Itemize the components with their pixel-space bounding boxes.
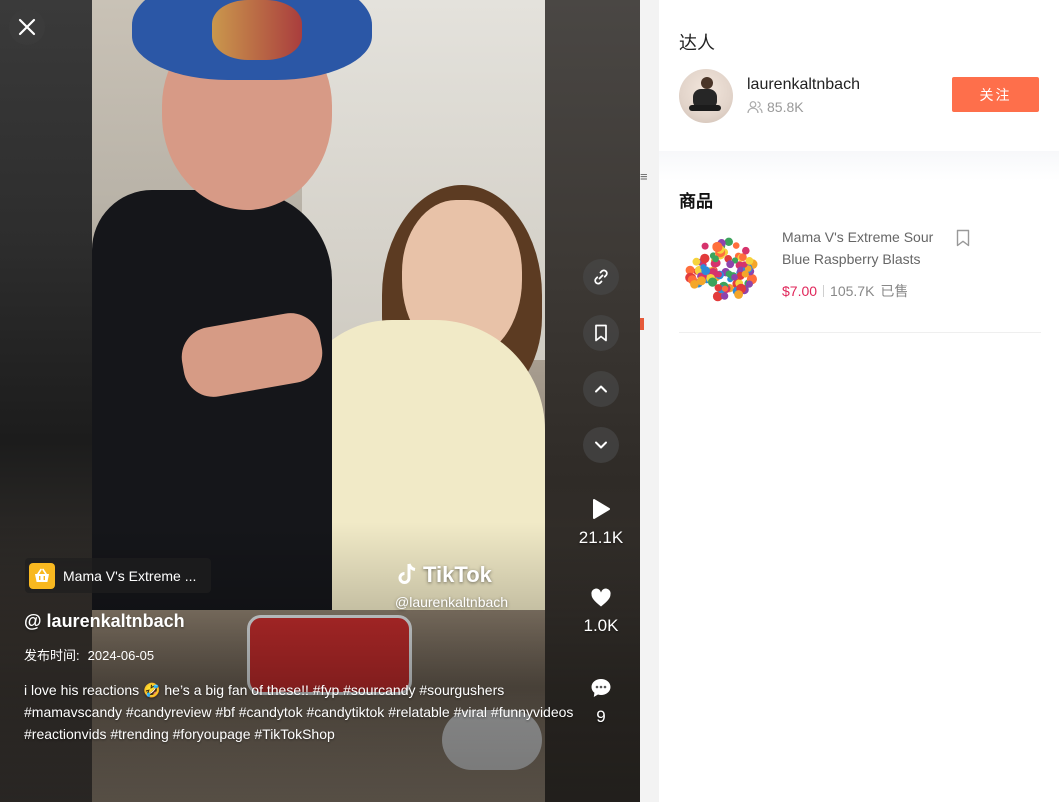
video-player[interactable]: TikTok @laurenkaltnbach 21.1K 1.0K 9 Mam… (0, 0, 640, 802)
play-count: 21.1K (570, 498, 632, 548)
product-meta: $7.00 105.7K 已售 (782, 281, 908, 301)
tiktok-watermark: TikTok @laurenkaltnbach (395, 562, 508, 610)
product-card[interactable]: Mama V's Extreme Sour Blue Raspberry Bla… (679, 223, 1041, 333)
product-bookmark-icon[interactable] (955, 229, 971, 247)
video-caption: i love his reactions 🤣 he’s a big fan of… (24, 682, 574, 742)
creator-followers: 85.8K (747, 99, 804, 115)
background-menu-glyph: ≡ (640, 169, 648, 184)
candy-piece (745, 257, 754, 265)
scene-sunglasses (212, 0, 302, 60)
next-video-button[interactable] (583, 427, 619, 463)
product-chip-label: Mama V's Extreme ... (63, 567, 197, 584)
close-icon (18, 18, 36, 36)
bookmark-icon (595, 324, 607, 342)
link-icon (594, 269, 608, 285)
products-section-title: 商品 (679, 192, 713, 211)
candy-piece (715, 271, 722, 278)
candy-piece (734, 290, 743, 299)
chevron-down-icon (595, 441, 607, 449)
shopping-basket-icon (29, 562, 55, 589)
candy-piece (700, 253, 710, 264)
previous-video-button[interactable] (583, 371, 619, 407)
candy-piece (724, 237, 733, 246)
heart-icon (591, 588, 611, 607)
candy-piece (742, 246, 750, 255)
candy-piece (721, 285, 729, 292)
candy-piece (720, 292, 729, 300)
comment-icon (591, 679, 611, 697)
product-chip[interactable]: Mama V's Extreme ... (25, 558, 211, 593)
candy-piece (690, 280, 699, 289)
product-image[interactable] (679, 227, 764, 312)
tiktok-logo-icon (398, 563, 416, 584)
like-count-value: 1.0K (583, 616, 619, 635)
product-name[interactable]: Mama V's Extreme Sour Blue Raspberry Bla… (782, 226, 952, 270)
watermark-brand: TikTok (423, 562, 492, 587)
candy-piece (712, 255, 719, 263)
background-page: ≡ (640, 0, 659, 802)
candy-piece (701, 266, 711, 276)
close-button[interactable] (9, 9, 45, 45)
candy-piece (741, 270, 749, 278)
candy-piece (701, 242, 709, 250)
candy-piece (692, 257, 701, 266)
creator-name[interactable]: laurenkaltnbach (747, 76, 860, 94)
product-price: $7.00 (782, 283, 818, 299)
copy-link-button[interactable] (583, 259, 619, 295)
panel-divider (659, 151, 1059, 181)
detail-panel: 达人 laurenkaltnbach 85.8K 关注 商品 Mama V's … (659, 0, 1059, 802)
follow-button[interactable]: 关注 (952, 77, 1039, 112)
chevron-up-icon (595, 385, 607, 393)
watermark-handle: @laurenkaltnbach (395, 594, 509, 610)
meta-separator (823, 285, 825, 297)
avatar-figure-head (701, 77, 713, 89)
publish-date-label: 发布时间: (24, 648, 80, 663)
publish-date: 发布时间: 2024-06-05 (24, 645, 162, 664)
play-icon (593, 499, 610, 519)
candy-piece (726, 260, 735, 269)
like-count[interactable]: 1.0K (570, 588, 632, 636)
candy-piece (731, 273, 738, 281)
product-sold-label: 已售 (880, 283, 909, 299)
creator-section-title: 达人 (679, 33, 715, 53)
publish-date-value: 2024-06-05 (87, 648, 155, 663)
creator-followers-value: 85.8K (767, 99, 804, 115)
candy-piece (732, 242, 740, 249)
product-sold-count: 105.7K (830, 283, 875, 299)
avatar-figure-legs (689, 105, 721, 111)
background-accent-mark (640, 318, 644, 330)
bookmark-button[interactable] (583, 315, 619, 351)
author-handle[interactable]: @ laurenkaltnbach (24, 611, 185, 632)
creator-avatar[interactable] (679, 69, 733, 123)
candy-piece (714, 284, 722, 292)
followers-icon (747, 101, 763, 114)
candy-piece (712, 241, 723, 253)
play-count-value: 21.1K (578, 528, 624, 547)
